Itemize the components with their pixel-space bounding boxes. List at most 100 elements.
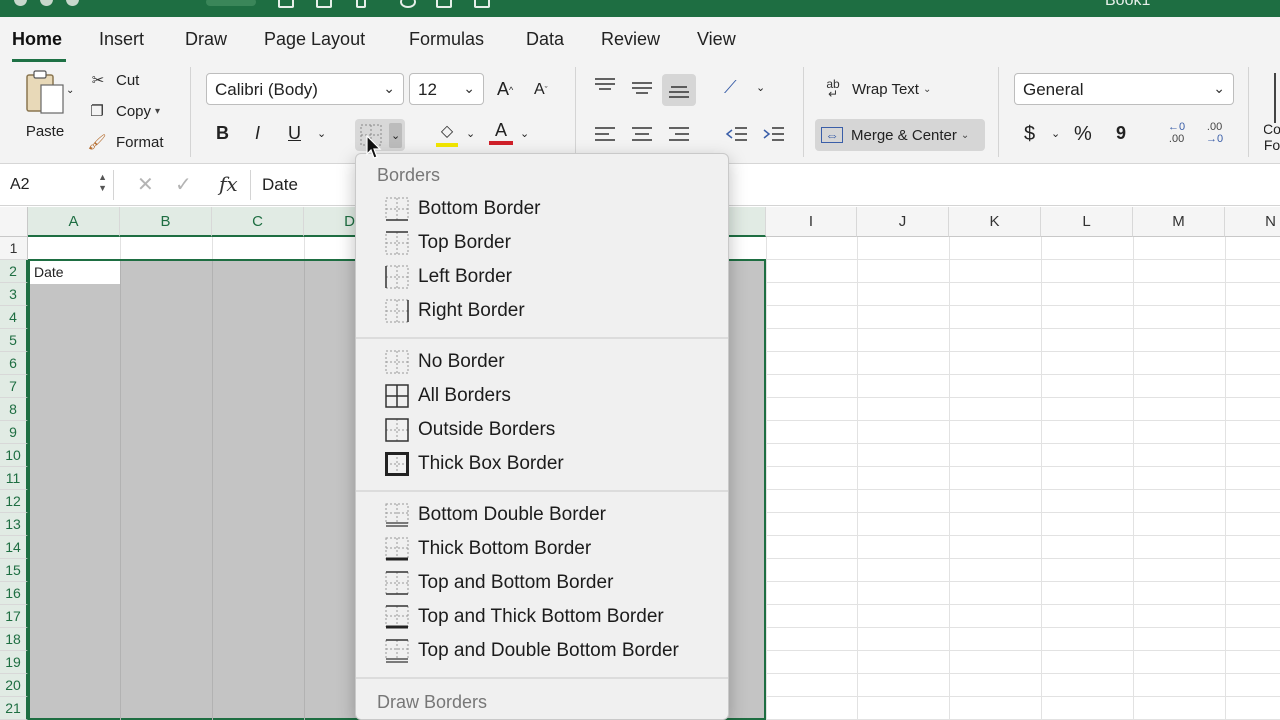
row-header-5[interactable]: 5 <box>0 329 28 352</box>
merge-center-chevron[interactable]: ⌄ <box>961 130 969 141</box>
tab-home[interactable]: Home <box>12 29 62 50</box>
home-qat-icon[interactable] <box>278 0 294 8</box>
row-header-8[interactable]: 8 <box>0 398 28 421</box>
font-size-select[interactable]: 12 ⌄ <box>409 73 484 105</box>
italic-button[interactable]: I <box>255 123 260 144</box>
column-header-c[interactable]: C <box>212 207 304 237</box>
menu-item-top-border[interactable]: Top Border <box>356 226 728 260</box>
undo-icon[interactable] <box>356 0 366 8</box>
font-color-chevron[interactable]: ⌄ <box>520 127 529 140</box>
align-right-icon[interactable] <box>667 125 691 143</box>
select-all-corner[interactable] <box>0 207 28 237</box>
tab-formulas[interactable]: Formulas <box>409 29 484 50</box>
menu-item-thick-bottom-border[interactable]: Thick Bottom Border <box>356 532 728 566</box>
row-header-4[interactable]: 4 <box>0 306 28 329</box>
column-header-k[interactable]: K <box>949 207 1041 237</box>
orientation-chevron[interactable]: ⌄ <box>756 81 765 94</box>
row-header-21[interactable]: 21 <box>0 697 28 720</box>
tab-insert[interactable]: Insert <box>99 29 144 50</box>
merge-center-button[interactable]: ⇔ Merge & Center ⌄ <box>815 119 985 151</box>
row-header-20[interactable]: 20 <box>0 674 28 697</box>
row-header-19[interactable]: 19 <box>0 651 28 674</box>
menu-item-top-bottom-border[interactable]: Top and Bottom Border <box>356 566 728 600</box>
underline-options-chevron[interactable]: ⌄ <box>317 127 326 140</box>
row-header-11[interactable]: 11 <box>0 467 28 490</box>
align-top-icon[interactable] <box>593 77 617 95</box>
menu-item-top-double-bottom-border[interactable]: Top and Double Bottom Border <box>356 634 728 668</box>
row-header-12[interactable]: 12 <box>0 490 28 513</box>
increase-font-size-button[interactable]: A ^ <box>497 79 513 100</box>
currency-button[interactable]: $ <box>1024 123 1035 146</box>
name-box-stepper-icon[interactable]: ▲ ▼ <box>98 172 107 194</box>
underline-button[interactable]: U <box>288 123 301 144</box>
comma-style-button[interactable]: 9 <box>1116 123 1126 144</box>
paste-options-chevron[interactable]: ⌄ <box>66 85 74 96</box>
font-color-button[interactable]: A <box>489 121 513 145</box>
column-header-l[interactable]: L <box>1041 207 1133 237</box>
print-icon[interactable] <box>436 0 452 8</box>
currency-chevron[interactable]: ⌄ <box>1051 127 1060 140</box>
cut-button[interactable]: ✂ Cut <box>88 71 140 90</box>
cancel-entry-icon[interactable]: ✕ <box>137 172 154 197</box>
row-header-15[interactable]: 15 <box>0 559 28 582</box>
close-window-button[interactable] <box>14 0 27 6</box>
align-bottom-button[interactable] <box>662 74 696 106</box>
copy-button[interactable]: ❐ Copy ▾ <box>86 102 160 121</box>
row-header-1[interactable]: 1 <box>0 237 28 260</box>
increase-indent-icon[interactable] <box>762 125 786 143</box>
font-name-select[interactable]: Calibri (Body) ⌄ <box>206 73 404 105</box>
menu-item-top-thick-bottom-border[interactable]: Top and Thick Bottom Border <box>356 600 728 634</box>
increase-decimal-button[interactable]: ←0 .00 <box>1168 121 1185 145</box>
tab-view[interactable]: View <box>697 29 736 50</box>
redo-icon[interactable] <box>400 0 416 8</box>
confirm-entry-icon[interactable]: ✓ <box>175 172 192 197</box>
column-header-b[interactable]: B <box>120 207 212 237</box>
minimize-window-button[interactable] <box>40 0 53 6</box>
align-left-icon[interactable] <box>593 125 617 143</box>
format-painter-button[interactable]: 🖌 Format <box>86 133 163 152</box>
column-header-i[interactable]: I <box>766 207 857 237</box>
row-header-2[interactable]: 2 <box>0 260 28 283</box>
percent-button[interactable]: % <box>1074 123 1092 146</box>
save-qat-icon[interactable] <box>316 0 332 8</box>
autosave-toggle[interactable] <box>206 0 256 6</box>
fill-color-button[interactable]: ◇ <box>436 121 458 147</box>
menu-item-all-borders[interactable]: All Borders <box>356 379 728 413</box>
orientation-icon[interactable]: ⟋ <box>724 77 737 98</box>
column-header-m[interactable]: M <box>1133 207 1225 237</box>
row-header-7[interactable]: 7 <box>0 375 28 398</box>
decrease-indent-icon[interactable] <box>725 125 749 143</box>
active-cell[interactable]: Date <box>30 261 120 284</box>
conditional-formatting-button[interactable]: Co Fo <box>1264 121 1280 153</box>
row-header-16[interactable]: 16 <box>0 582 28 605</box>
column-header-a[interactable]: A <box>28 207 120 237</box>
tab-page-layout[interactable]: Page Layout <box>264 29 365 50</box>
insert-function-button[interactable]: fx <box>219 172 238 196</box>
row-header-14[interactable]: 14 <box>0 536 28 559</box>
row-header-3[interactable]: 3 <box>0 283 28 306</box>
tab-data[interactable]: Data <box>526 29 564 50</box>
align-middle-icon[interactable] <box>630 79 654 97</box>
borders-dropdown-chevron[interactable]: ⌄ <box>389 122 403 148</box>
column-header-n[interactable]: N <box>1225 207 1280 237</box>
row-header-13[interactable]: 13 <box>0 513 28 536</box>
tab-draw[interactable]: Draw <box>185 29 227 50</box>
column-header-j[interactable]: J <box>857 207 949 237</box>
formula-input[interactable]: Date <box>262 175 298 195</box>
copy-options-chevron[interactable]: ▾ <box>155 106 160 117</box>
align-center-icon[interactable] <box>630 125 654 143</box>
row-header-10[interactable]: 10 <box>0 444 28 467</box>
tab-review[interactable]: Review <box>601 29 660 50</box>
decrease-font-size-button[interactable]: Aˇ <box>534 81 548 99</box>
menu-item-right-border[interactable]: Right Border <box>356 294 728 328</box>
wrap-text-button[interactable]: ab ↵ Wrap Text ⌄ <box>822 78 931 100</box>
bold-button[interactable]: B <box>216 123 229 144</box>
row-header-9[interactable]: 9 <box>0 421 28 444</box>
menu-item-thick-box-border[interactable]: Thick Box Border <box>356 447 728 481</box>
menu-item-bottom-double-border[interactable]: Bottom Double Border <box>356 498 728 532</box>
number-format-select[interactable]: General ⌄ <box>1014 73 1234 105</box>
name-box[interactable]: A2 ▲ ▼ <box>4 170 114 200</box>
wrap-text-chevron[interactable]: ⌄ <box>923 84 931 95</box>
row-header-17[interactable]: 17 <box>0 605 28 628</box>
fill-color-chevron[interactable]: ⌄ <box>466 127 475 140</box>
